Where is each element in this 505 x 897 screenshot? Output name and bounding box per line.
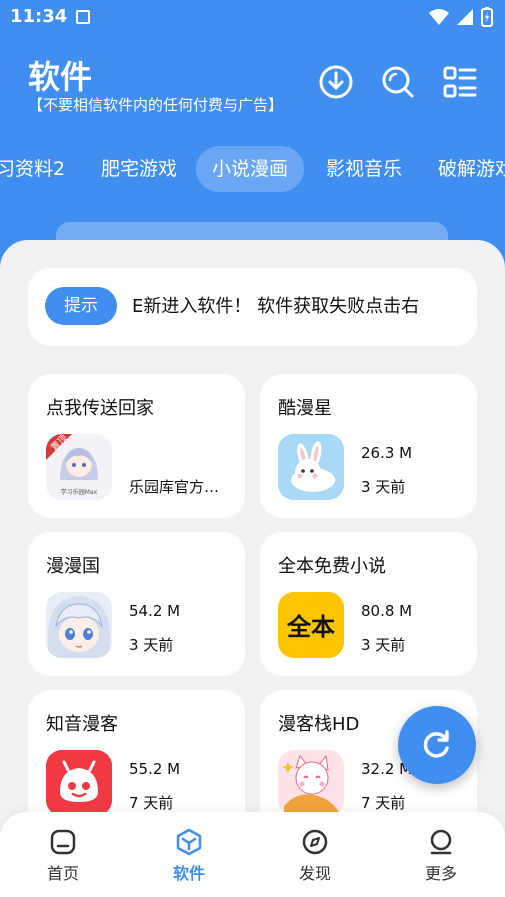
cat-icon [278, 750, 344, 816]
app-name: 漫漫国 [46, 556, 100, 577]
nav-more[interactable]: 更多 [396, 828, 486, 884]
status-time: 11:34 [10, 6, 68, 27]
nav-software[interactable]: 软件 [144, 828, 234, 884]
app-card-kumanxing[interactable]: 酷漫星 26.3 M 3 天前 [260, 374, 477, 518]
app-updated: 7 天前 [361, 794, 406, 812]
app-card-home[interactable]: 点我传送回家 置顶 学习乐园Max 乐园库官方… [28, 374, 245, 518]
app-header: 软件 【不要相信软件内的任何付费与广告】 [0, 34, 505, 134]
page-subtitle: 【不要相信软件内的任何付费与广告】 [28, 96, 284, 114]
app-card-quanben[interactable]: 全本免费小说 全本 80.8 M 3 天前 [260, 532, 477, 676]
compass-icon [302, 829, 328, 855]
nav-software-label: 软件 [172, 864, 205, 883]
notice-badge: 提示 [45, 287, 117, 325]
refresh-button[interactable] [398, 706, 476, 784]
main-content: 提示 E新进入软件！ 软件获取失败点击右 点我传送回家 置顶 学习乐园Max 乐… [0, 240, 505, 897]
tab-novel-comics[interactable]: 小说漫画 [196, 146, 305, 192]
app-size: 55.2 M [129, 760, 181, 778]
quanben-icon: 全本 [278, 592, 344, 658]
battery-icon [481, 7, 493, 27]
signal-icon [457, 9, 473, 25]
category-tabs: 习资料2 肥宅游戏 小说漫画 影视音乐 破解游戏 [0, 140, 505, 200]
zhiyin-icon [46, 750, 112, 816]
app-updated: 3 天前 [361, 478, 406, 496]
notice-text: E新进入软件！ 软件获取失败点击右 [132, 296, 420, 317]
app-source: 乐园库官方… [129, 478, 220, 496]
app-name: 知音漫客 [46, 714, 118, 735]
app-name: 全本免费小说 [278, 556, 386, 577]
status-icons [429, 7, 493, 27]
home-card-caption: 学习乐园Max [61, 488, 98, 496]
tab-games[interactable]: 肥宅游戏 [101, 146, 177, 192]
wifi-icon [429, 9, 449, 25]
anime-girl-icon [46, 592, 112, 658]
app-size: 80.8 M [361, 602, 413, 620]
quanben-icon-text: 全本 [286, 613, 335, 641]
status-bar: 11:34 [0, 0, 505, 34]
home-portal-icon: 置顶 学习乐园Max [46, 434, 112, 500]
tab-cracked-games[interactable]: 破解游戏 [438, 146, 505, 192]
app-size: 26.3 M [361, 444, 413, 462]
app-name: 酷漫星 [278, 398, 332, 419]
app-updated: 3 天前 [361, 636, 406, 654]
software-icon [176, 828, 202, 856]
nav-discover-label: 发现 [298, 864, 331, 883]
tab-study[interactable]: 习资料2 [0, 146, 65, 192]
download-icon[interactable] [318, 64, 354, 100]
app-name: 漫客栈HD [278, 714, 360, 735]
home-icon [50, 829, 76, 855]
more-icon [430, 829, 452, 855]
rabbit-icon [278, 434, 344, 500]
nav-home[interactable]: 首页 [18, 828, 108, 884]
nav-discover[interactable]: 发现 [270, 828, 360, 884]
notification-icon [76, 10, 90, 24]
app-card-manmanguo[interactable]: 漫漫国 54.2 M 3 天前 [28, 532, 245, 676]
app-size: 54.2 M [129, 602, 181, 620]
search-icon[interactable] [380, 64, 416, 100]
nav-home-label: 首页 [46, 864, 79, 883]
app-updated: 3 天前 [129, 636, 174, 654]
tab-video-music[interactable]: 影视音乐 [326, 146, 402, 192]
nav-more-label: 更多 [424, 864, 457, 883]
page-title: 软件 [28, 58, 93, 96]
app-name: 点我传送回家 [46, 398, 154, 419]
notice-bar[interactable]: 提示 E新进入软件！ 软件获取失败点击右 [28, 268, 477, 346]
refresh-icon [423, 730, 449, 758]
app-updated: 7 天前 [129, 794, 174, 812]
bottom-nav: 首页 软件 发现 更多 [0, 812, 505, 897]
list-menu-icon[interactable] [442, 64, 478, 100]
